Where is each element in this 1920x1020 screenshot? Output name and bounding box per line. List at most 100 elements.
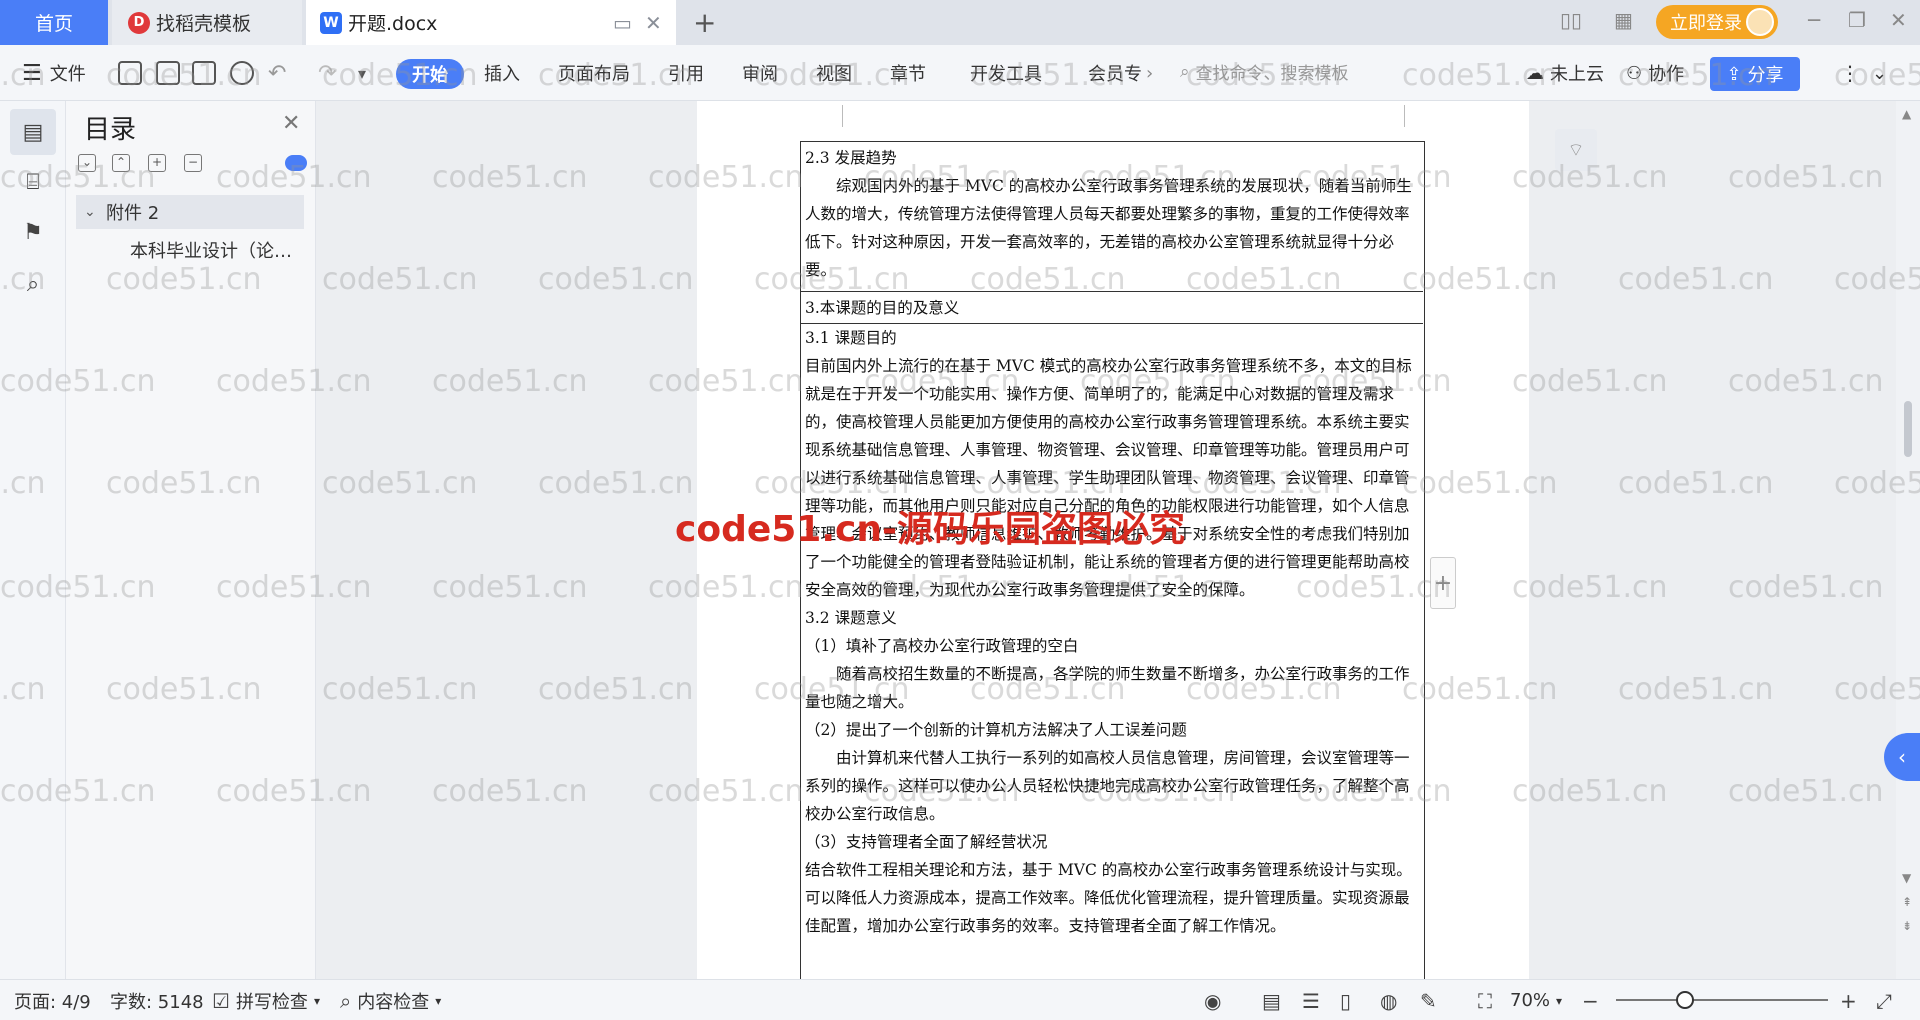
spell-check-label: 拼写检查 [235,991,308,1013]
watermark-text: code51.cn [1618,262,1774,297]
command-search-input[interactable]: ⌕ 查找命令、搜索模板 [1180,59,1349,85]
ribbon-tab-label: 开始 [412,65,448,86]
print-icon[interactable] [192,61,216,85]
page-corner-mark [1404,105,1426,127]
ribbon-tab-label: 引用 [668,64,704,85]
tab-references[interactable]: 引用 [668,45,704,101]
ribbon-scroll-icon[interactable]: › [1146,63,1153,84]
reading-view-icon[interactable]: ▯ [1340,980,1351,1020]
add-heading-icon[interactable]: + [148,154,166,172]
vertical-scrollbar[interactable]: ▲ ▼ ⇞ ⇟ [1896,101,1920,979]
tab-page-layout[interactable]: 页面布局 [558,45,630,101]
apps-grid-icon[interactable]: ▦ [1614,8,1633,32]
find-icon[interactable]: ⌕ [10,261,56,307]
word-count-label: 字数: 5148 [110,991,204,1013]
fullscreen-icon[interactable]: ⤢ [1876,980,1892,1020]
tab-close-icon[interactable]: ✕ [645,11,662,35]
watermark-text: code51.cn [1512,774,1668,809]
paragraph: 目前国内外上流行的在基于 MVC 模式的高校办公室行政事务管理系统不多，本文的目… [805,357,1412,599]
toc-close-icon[interactable]: ✕ [282,111,300,136]
watermark-text: code51.cn [432,364,588,399]
remove-heading-icon[interactable]: − [184,154,202,172]
print-preview-icon[interactable] [230,61,254,85]
share-button[interactable]: ⇪ 分享 [1710,57,1800,91]
spell-check-button[interactable]: ☑ 拼写检查 ▾ [212,980,320,1020]
outline-view-icon[interactable]: ☰ [1302,980,1320,1020]
quick-access-more-icon[interactable]: ▾ [358,45,366,101]
file-menu-label: 文件 [49,64,86,85]
cloud-status[interactable]: ☁ 未上云 [1526,45,1604,101]
tab-section[interactable]: 章节 [890,45,926,101]
table-cell-trend[interactable]: 2.3 发展趋势 综观国内外的基于 MVC 的高校办公室行政事务管理系统的发展现… [801,144,1423,292]
tab-insert[interactable]: 插入 [484,45,520,101]
web-view-icon[interactable]: ◍ [1380,980,1397,1020]
table-cell-purpose[interactable]: 3.1 课题目的 目前国内外上流行的在基于 MVC 模式的高校办公室行政事务管理… [801,324,1423,984]
toc-toggle-switch[interactable] [285,155,307,171]
tab-developer[interactable]: 开发工具 [970,45,1042,101]
redo-icon[interactable]: ↷ [318,45,336,101]
minimize-icon[interactable]: ─ [1808,8,1820,32]
page-up-icon[interactable]: ⇞ [1902,895,1912,909]
tab-member[interactable]: 会员专 › [1088,45,1153,101]
layout-toggle-icon[interactable]: ▯▯ [1560,8,1582,32]
paragraph: 由计算机来代替人工执行一系列的如高校人员信息管理，房间管理，会议室管理等一系列的… [805,749,1410,823]
undo-icon[interactable]: ↶ [268,45,286,101]
window-close-icon[interactable]: ✕ [1890,8,1907,32]
toc-item-appendix[interactable]: ⌄ 附件 2 [76,195,304,229]
zoom-slider-handle[interactable] [1676,991,1694,1009]
zoom-out-icon[interactable]: − [1582,980,1599,1020]
toc-title: 目录 [84,115,137,145]
page-indicator-label: 页面: 4/9 [14,991,91,1013]
section-heading: 3.1 课题目的 [805,329,897,347]
zoom-slider[interactable] [1616,999,1828,1001]
word-count[interactable]: 字数: 5148 [110,980,204,1020]
collaborate-icon: ⚇ [1626,62,1643,84]
add-row-button[interactable]: + [1430,557,1456,609]
tab-review[interactable]: 审阅 [742,45,778,101]
bookmark-icon[interactable]: ⚑ [10,209,56,255]
page-indicator[interactable]: 页面: 4/9 [14,980,91,1020]
content-check-button[interactable]: ⌕ 内容检查 ▾ [340,980,441,1020]
restore-icon[interactable]: ❐ [1848,8,1866,32]
more-options-icon[interactable]: ⋮ [1840,45,1860,101]
scroll-down-icon[interactable]: ▼ [1902,871,1911,885]
tab-view[interactable]: 视图 [816,45,852,101]
eye-protect-icon[interactable]: ◉ [1204,980,1221,1020]
watermark-text: code51.cn [432,774,588,809]
zoom-level[interactable]: 70% ▾ [1510,980,1562,1020]
collaborate-button[interactable]: ⚇ 协作 [1626,45,1684,101]
side-panel-toggle-icon[interactable]: ‹ [1884,733,1920,781]
tab-home[interactable]: 首页 [0,0,108,45]
tab-home-ribbon[interactable]: 开始 [396,59,464,89]
fit-page-icon[interactable]: ⛶ [1478,980,1492,1020]
ribbon-tab-label: 视图 [816,64,852,85]
watermark-text: code51.cn [432,160,588,195]
new-tab-button[interactable]: + [693,6,716,39]
scroll-up-icon[interactable]: ▲ [1902,107,1911,121]
doc-tools-icon[interactable]: ⌔ [1555,129,1597,171]
watermark-text: code51.cn [1728,160,1884,195]
file-menu[interactable]: ☰ 文件 [22,45,86,101]
list-heading: （1）填补了高校办公室行政管理的空白 [805,637,1079,655]
toc-panel-icon[interactable]: ▤ [10,109,56,155]
table-cell-purpose-heading[interactable]: 3.本课题的目的及意义 [801,292,1423,324]
navigation-icon[interactable]: ⌸ [10,159,56,205]
toc-item-thesis[interactable]: 本科毕业设计（论… [130,237,310,263]
ribbon-tab-label: 开发工具 [970,64,1042,85]
toc-item-label: 附件 2 [106,203,160,224]
chevron-down-icon[interactable]: ⌄ [84,204,96,220]
page-view-icon[interactable]: ▤ [1262,980,1281,1020]
collapse-ribbon-icon[interactable]: ⌄ [1872,45,1887,101]
scrollbar-thumb[interactable] [1904,401,1912,457]
pen-icon[interactable]: ✎ [1420,980,1437,1020]
tab-pin-icon[interactable]: ▭ [613,11,632,35]
login-button[interactable]: 立即登录 [1656,5,1778,39]
zoom-in-icon[interactable]: + [1840,980,1857,1020]
tab-daoke[interactable]: D 找稻壳模板 [112,0,302,45]
page-down-icon[interactable]: ⇟ [1902,919,1912,933]
tab-home-label: 首页 [34,13,73,35]
expand-all-icon[interactable]: ⌄ [78,154,96,172]
save-icon[interactable] [118,61,142,85]
collapse-all-icon[interactable]: ⌃ [112,154,130,172]
export-icon[interactable] [156,61,180,85]
